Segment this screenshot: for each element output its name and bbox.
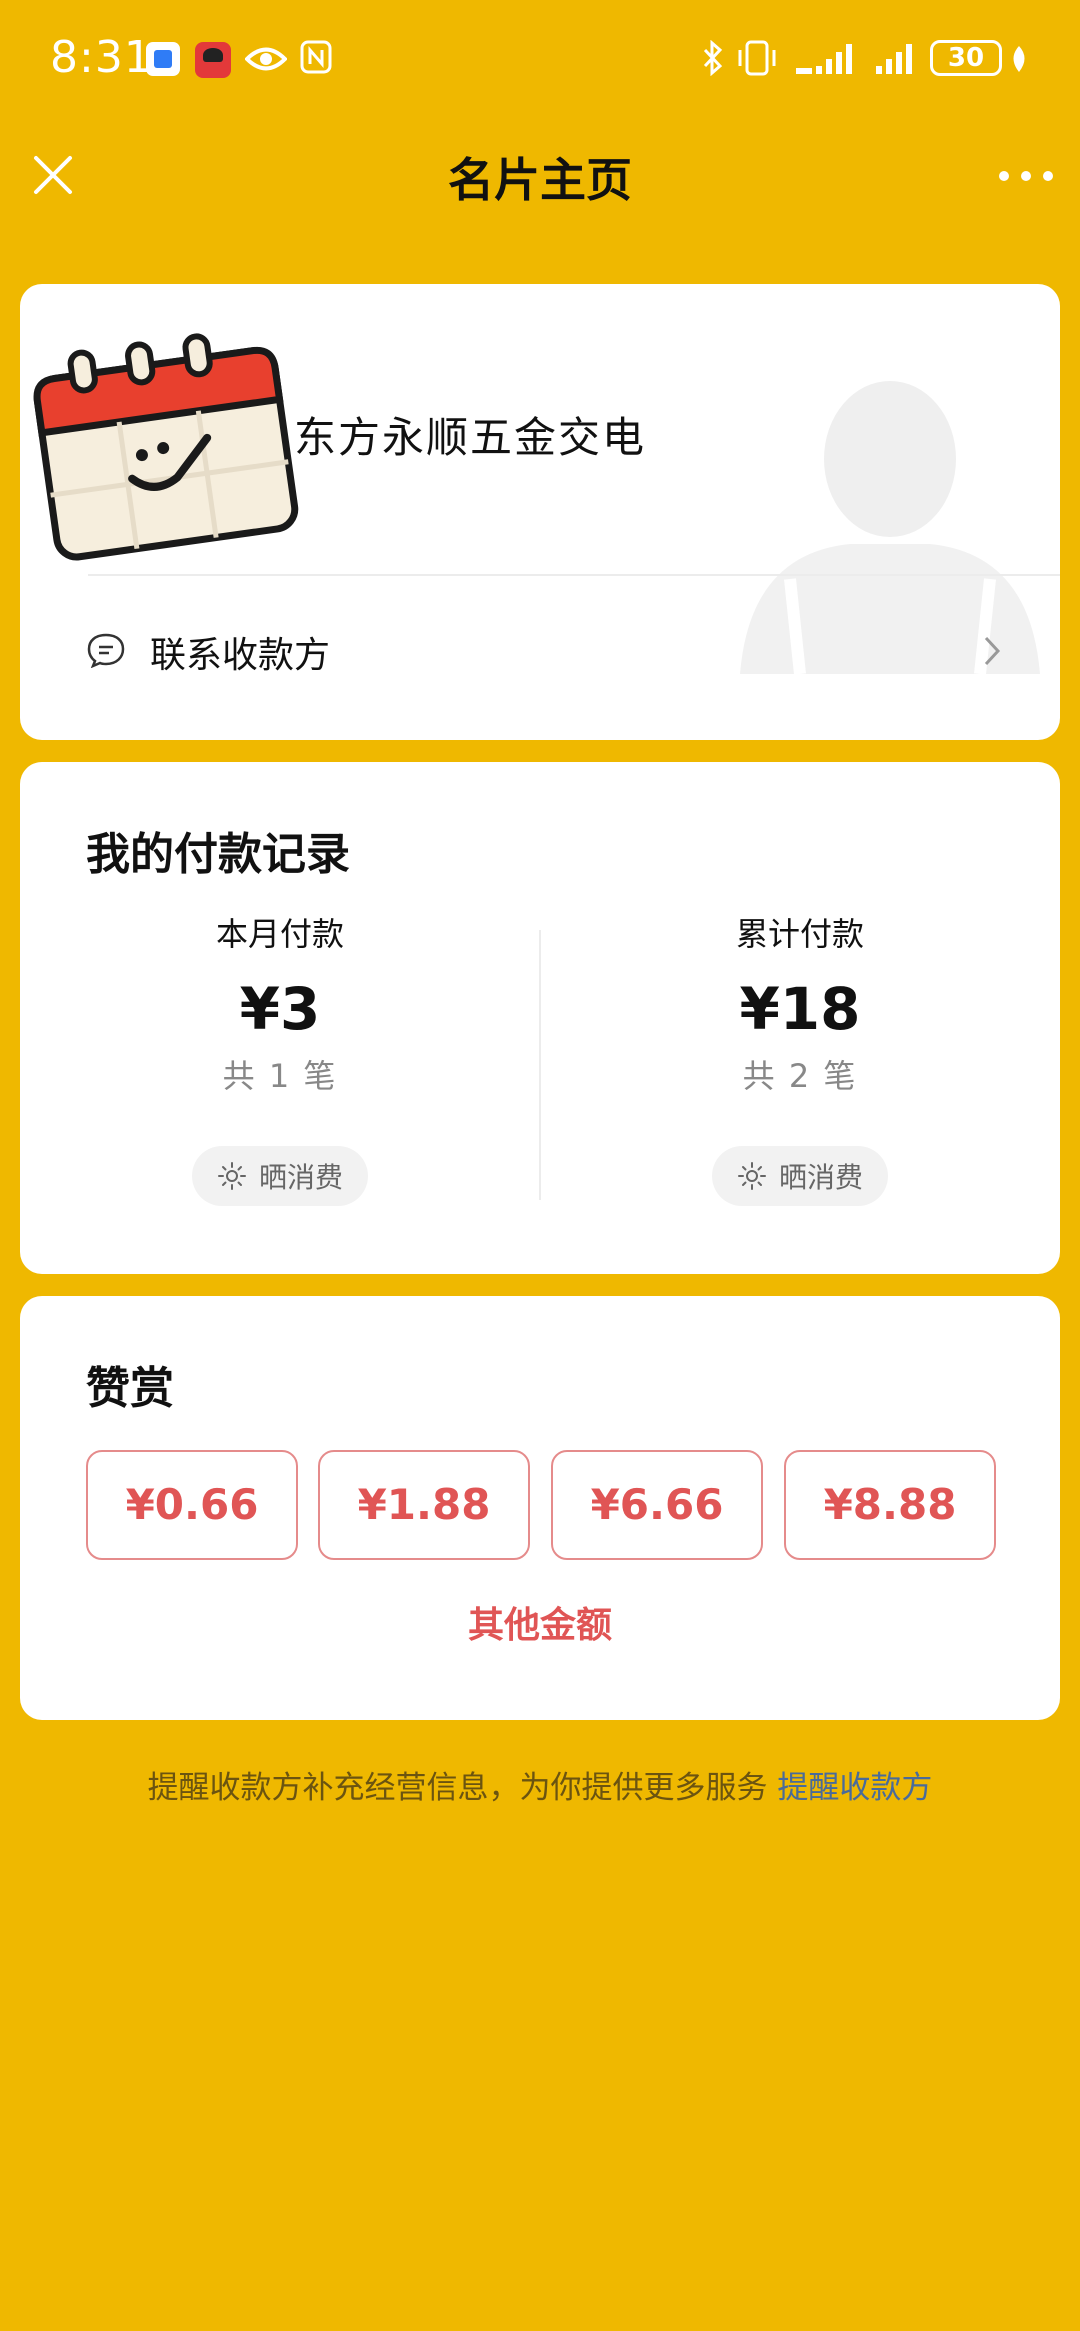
eye-icon	[245, 47, 287, 71]
total-payment-label: 累计付款	[735, 915, 864, 953]
total-payment-count: 共 2 笔	[742, 1057, 858, 1095]
leaf-icon	[1013, 46, 1025, 72]
bluetooth-icon	[703, 40, 723, 76]
signal-icon	[876, 44, 912, 74]
reward-amount-button[interactable]: ¥1.88	[318, 1450, 530, 1560]
footer-tip: 提醒收款方补充经营信息，为你提供更多服务 提醒收款方	[0, 1762, 1080, 1807]
contact-payee-row[interactable]: 联系收款方	[20, 584, 1060, 714]
chevron-right-icon	[984, 636, 1001, 666]
nfc-icon	[300, 40, 332, 74]
reward-amount-button[interactable]: ¥8.88	[784, 1450, 996, 1560]
signal-icon	[796, 44, 852, 74]
sun-icon	[217, 1162, 246, 1190]
other-amount-button[interactable]: 其他金额	[20, 1596, 1060, 1648]
app-notification-icon	[146, 42, 180, 76]
total-payment-amount: ¥18	[739, 975, 861, 1043]
page-title: 名片主页	[448, 153, 632, 207]
payment-records-card: 我的付款记录 本月付款 ¥3 共 1 笔 晒消费 累计付款 ¥18 共 2 笔 …	[20, 762, 1060, 1274]
battery-icon: 30	[930, 40, 1002, 76]
page: 8:31 30 名片主页 东方永顺五金交电 联系收款方 我的付款记录 本月付款 …	[0, 0, 1080, 2331]
reward-amount-button[interactable]: ¥0.66	[86, 1450, 298, 1560]
status-time: 8:31	[50, 32, 153, 83]
merchant-name: 东方永顺五金交电	[294, 413, 647, 462]
reward-amount-button[interactable]: ¥6.66	[551, 1450, 763, 1560]
records-title: 我的付款记录	[86, 829, 350, 880]
nav-bar: 名片主页	[0, 130, 1080, 222]
status-bar: 8:31 30	[0, 0, 1080, 120]
more-icon[interactable]	[994, 150, 1058, 202]
remind-payee-link[interactable]: 提醒收款方	[777, 1770, 932, 1806]
monthly-payment-stat: 本月付款 ¥3 共 1 笔 晒消费	[20, 912, 540, 1206]
monthly-payment-count: 共 1 笔	[222, 1057, 338, 1095]
divider	[88, 574, 1060, 576]
calendar-sticker-icon	[33, 333, 299, 561]
share-spending-button[interactable]: 晒消费	[192, 1146, 368, 1206]
app-notification-icon	[195, 42, 231, 78]
share-spending-label: 晒消费	[778, 1161, 863, 1194]
share-spending-label: 晒消费	[258, 1161, 343, 1194]
vibrate-icon	[738, 40, 776, 76]
battery-level: 30	[947, 43, 985, 73]
contact-payee-label: 联系收款方	[150, 635, 331, 676]
profile-card: 东方永顺五金交电 联系收款方	[20, 284, 1060, 740]
chat-icon	[87, 633, 125, 668]
footer-tip-text: 提醒收款方补充经营信息，为你提供更多服务	[147, 1770, 768, 1806]
monthly-payment-label: 本月付款	[215, 915, 344, 953]
reward-title: 赞赏	[86, 1363, 174, 1414]
total-payment-stat: 累计付款 ¥18 共 2 笔 晒消费	[540, 912, 1060, 1206]
reward-card: 赞赏 ¥0.66 ¥1.88 ¥6.66 ¥8.88 其他金额	[20, 1296, 1060, 1720]
sun-icon	[737, 1162, 766, 1190]
reward-amount-row: ¥0.66 ¥1.88 ¥6.66 ¥8.88	[86, 1450, 996, 1560]
share-spending-button[interactable]: 晒消费	[712, 1146, 888, 1206]
monthly-payment-amount: ¥3	[239, 975, 321, 1043]
